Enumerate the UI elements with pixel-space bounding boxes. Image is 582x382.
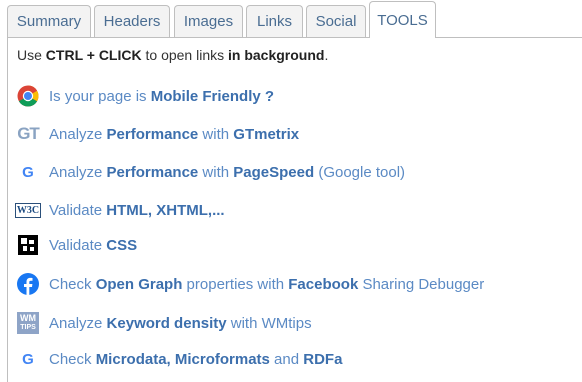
tool-link-keyword: PageSpeed [233,163,315,181]
tool-link-text: Validate CSS [49,237,137,254]
tool-link-keyword: GTmetrix [233,125,300,143]
tool-link-keyword: Performance [106,125,199,143]
tool-link-keyword: CSS [106,236,138,254]
tool-link-fragment: and [269,350,304,368]
tool-link-1[interactable]: GT Analyze Performance with GTmetrix [16,121,576,147]
google-icon: G [22,163,34,181]
gtmetrix-icon: GT [17,124,40,143]
tool-link-keyword: Facebook [288,275,359,293]
tab-tools[interactable]: TOOLS [369,1,436,38]
tab-bar: Summary Headers Images Links Social TOOL… [0,0,582,38]
tab-social[interactable]: Social [306,5,366,37]
w3c-icon: W3C [14,202,42,218]
tab-images[interactable]: Images [174,5,243,37]
tool-link-keyword: Mobile Friendly ? [150,87,275,105]
tool-link-fragment: properties with [182,275,289,293]
tool-link-fragment: Sharing Debugger [358,275,485,293]
css-icon [16,233,40,257]
wmtips-icon: WM TIPS [16,311,40,335]
instruction-text-mid: to open links [141,47,228,63]
tool-link-5[interactable]: Check Open Graph properties with Faceboo… [16,271,576,297]
tool-link-fragment: with [198,163,234,181]
tool-link-fragment: Validate [49,236,107,254]
google-icon: G [22,350,34,368]
tool-link-keyword: HTML, XHTML,... [106,201,225,219]
tool-link-fragment: (Google tool) [314,163,406,181]
tool-link-fragment: Validate [49,201,107,219]
tool-link-keyword: Microdata, Microformats [95,350,270,368]
tool-link-4[interactable]: Validate CSS [16,232,576,258]
instruction-keys: CTRL + CLICK [45,47,142,63]
tool-link-text: Analyze Performance with GTmetrix [49,126,299,143]
tool-link-keyword: RDFa [303,350,343,368]
tool-link-fragment: Check [49,275,96,293]
tool-link-6[interactable]: WM TIPS Analyze Keyword density with WMt… [16,310,576,336]
tool-link-keyword: Open Graph [95,275,183,293]
instruction-text-end: . [324,47,329,63]
tool-link-fragment: with [198,125,234,143]
tool-link-fragment: Check [49,350,96,368]
tool-link-2[interactable]: G Analyze Performance with PageSpeed (Go… [16,159,576,185]
tab-links[interactable]: Links [246,5,303,37]
facebook-icon [16,272,40,296]
tool-link-text: Analyze Keyword density with WMtips [49,315,312,332]
tool-link-fragment: with WMtips [226,314,312,332]
tab-headers[interactable]: Headers [94,5,170,37]
instruction-text: Use CTRL + CLICK to open links in backgr… [17,45,328,65]
tool-link-fragment: Is your page is [49,87,151,105]
tool-link-fragment: Analyze [49,163,107,181]
tool-link-keyword: Keyword density [106,314,227,332]
tool-link-0[interactable]: Is your page is Mobile Friendly ? [16,83,576,109]
tool-link-text: Validate HTML, XHTML,... [49,202,225,219]
tool-link-7[interactable]: G Check Microdata, Microformats and RDFa [16,346,576,372]
tool-link-text: Check Open Graph properties with Faceboo… [49,276,484,293]
tool-link-fragment: Analyze [49,125,107,143]
tool-link-fragment: Analyze [49,314,107,332]
tool-link-text: Check Microdata, Microformats and RDFa [49,351,342,368]
tab-summary[interactable]: Summary [7,5,91,37]
tool-link-text: Analyze Performance with PageSpeed (Goog… [49,164,405,181]
tool-link-text: Is your page is Mobile Friendly ? [49,88,274,105]
instruction-text-pre: Use [17,47,46,63]
tool-link-keyword: Performance [106,163,199,181]
chrome-icon [16,84,40,108]
instruction-background: in background [228,47,325,63]
tool-link-3[interactable]: W3C Validate HTML, XHTML,... [14,197,576,223]
